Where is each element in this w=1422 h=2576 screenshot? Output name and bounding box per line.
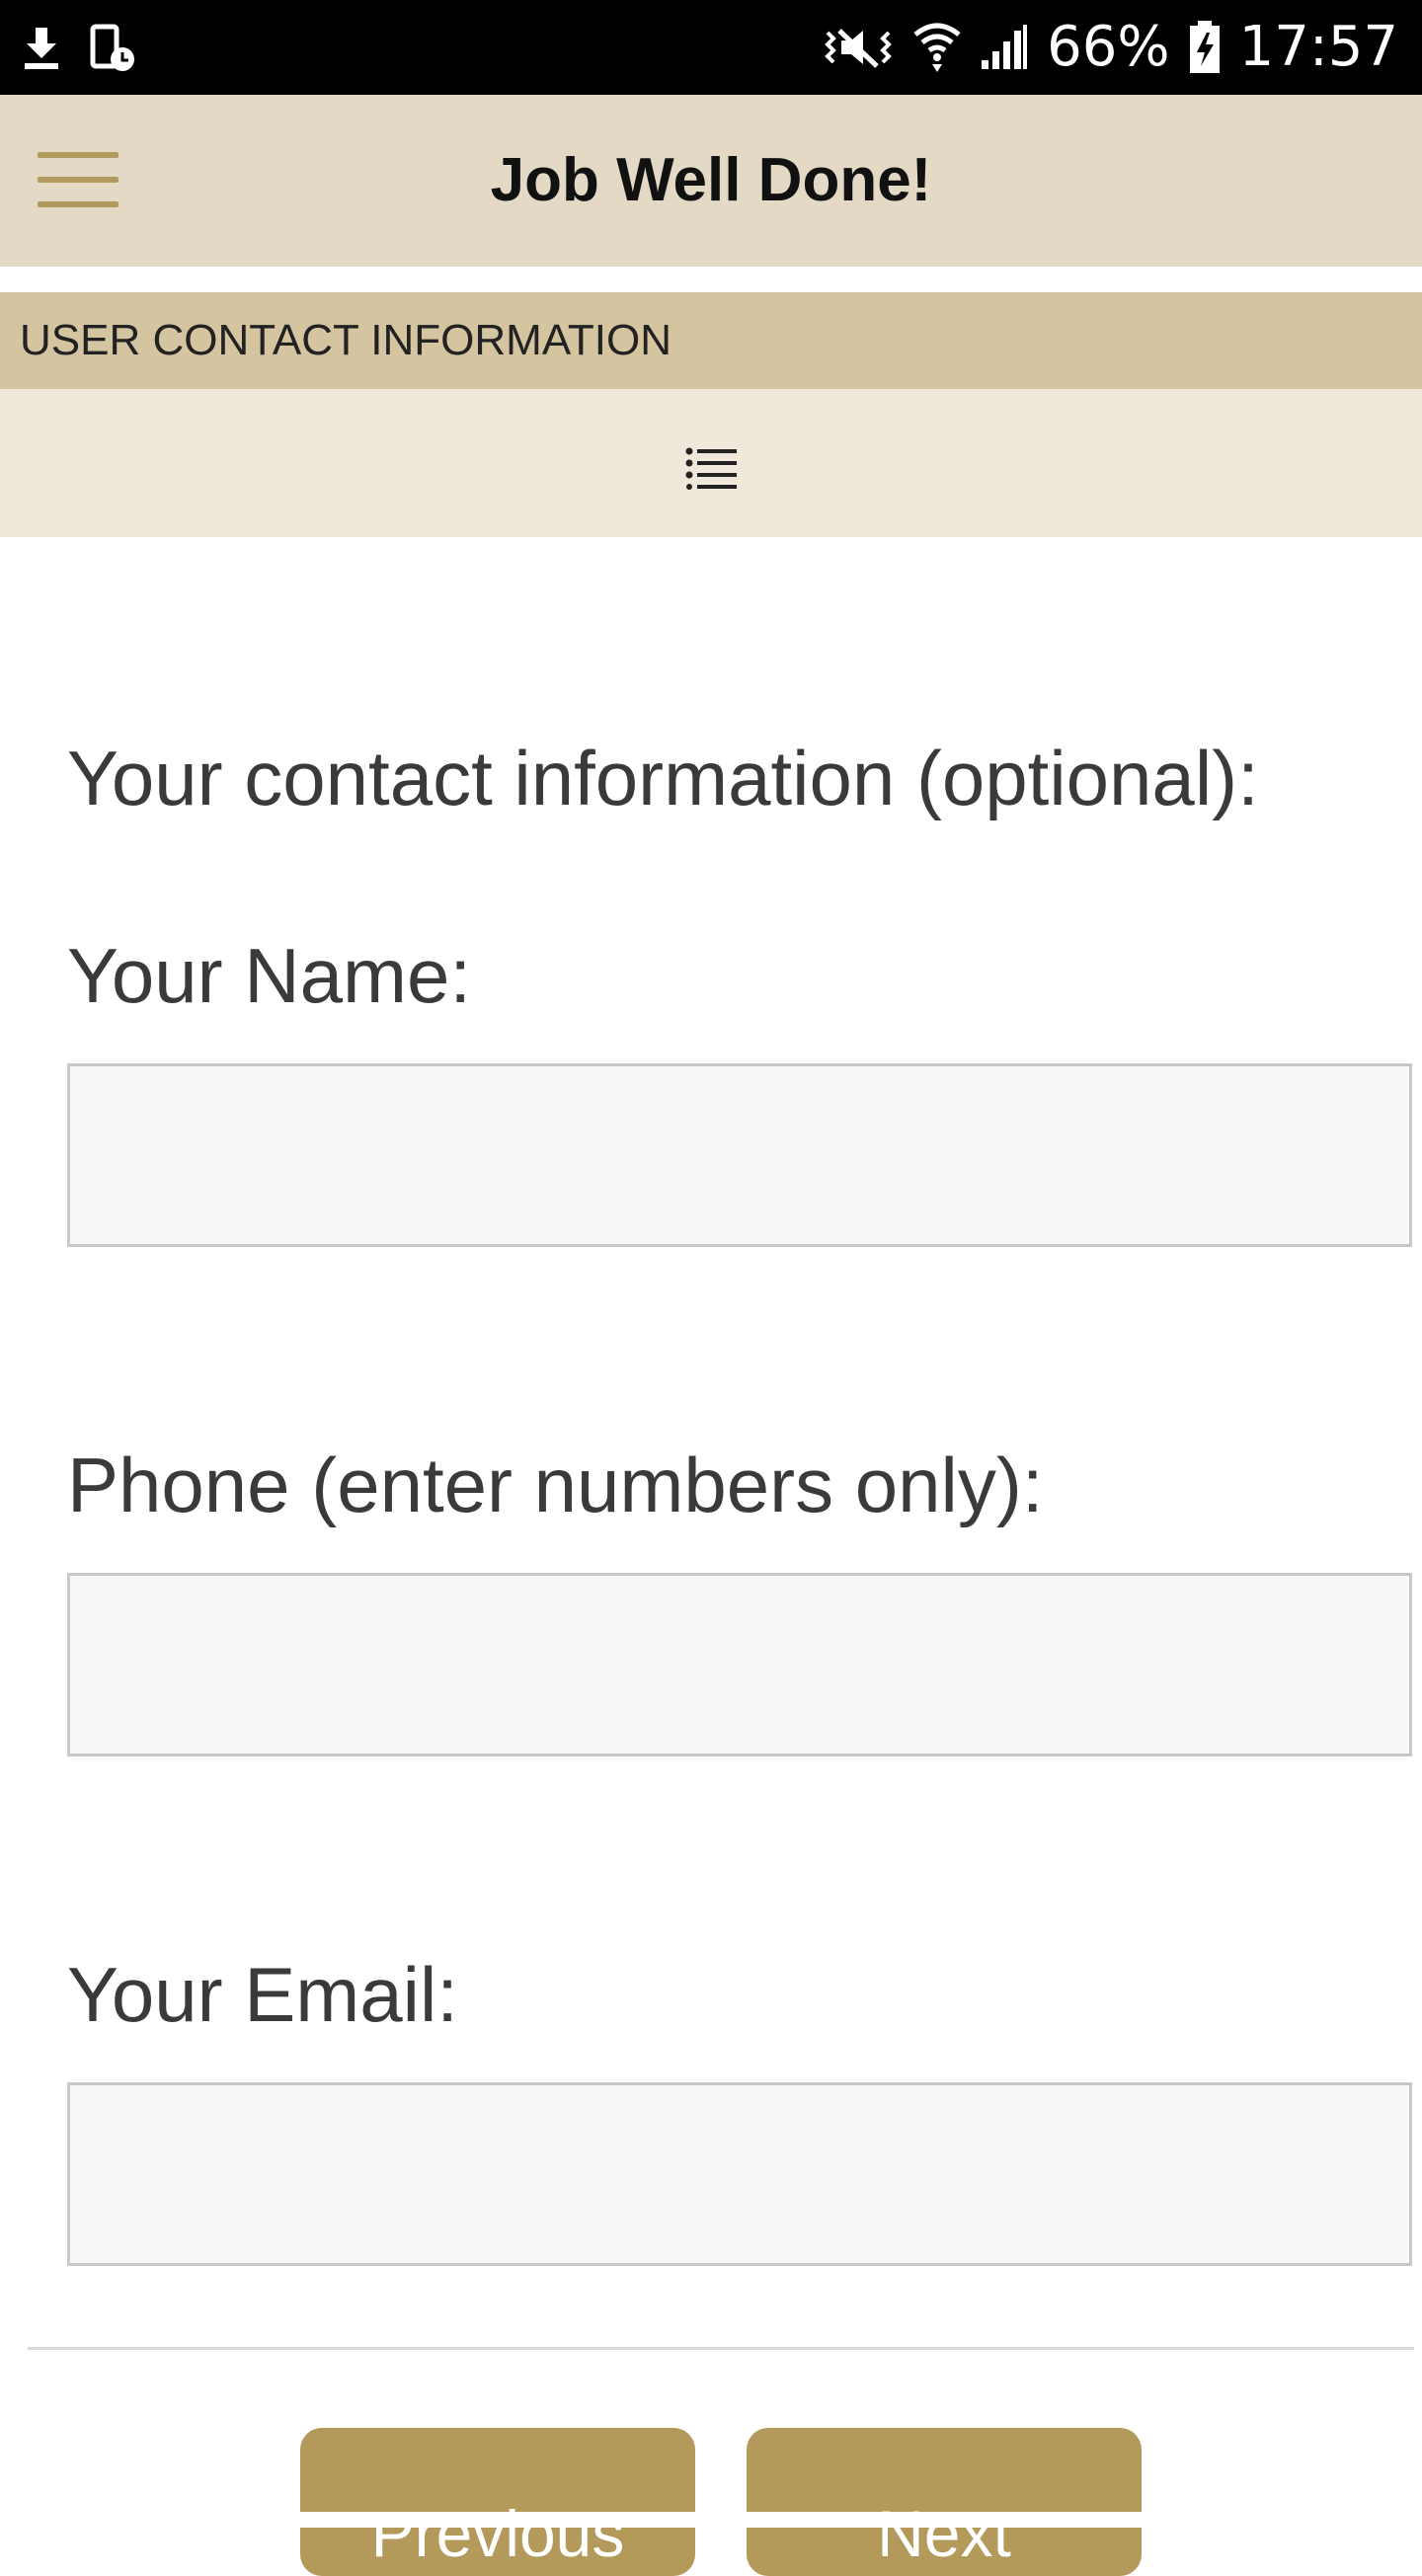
vibrate-icon <box>822 23 895 72</box>
battery-percent: 66% <box>1047 15 1170 79</box>
status-bar-right: 66% 17:57 <box>822 18 1398 77</box>
section-header: USER CONTACT INFORMATION <box>0 292 1422 389</box>
hamburger-menu-icon[interactable] <box>38 152 120 211</box>
page-title: Job Well Done! <box>490 146 932 214</box>
clock: 17:57 <box>1238 15 1398 79</box>
signal-icon <box>980 25 1029 70</box>
email-label: Your Email: <box>67 1951 458 2038</box>
form-divider <box>28 2347 1414 2350</box>
status-bar: 66% 17:57 <box>0 0 1422 95</box>
previous-button[interactable]: Previous <box>300 2428 695 2576</box>
name-field[interactable] <box>67 1063 1412 1247</box>
list-icon[interactable] <box>685 446 737 490</box>
phone-field[interactable] <box>67 1573 1412 1756</box>
bottom-edge <box>0 2512 1422 2528</box>
name-label: Your Name: <box>67 932 472 1019</box>
phone-label: Phone (enter numbers only): <box>67 1442 1044 1528</box>
download-icon <box>22 26 61 71</box>
app-bar: Job Well Done! <box>0 95 1422 267</box>
email-field[interactable] <box>67 2082 1412 2266</box>
status-bar-left <box>22 24 136 73</box>
form-intro: Your contact information (optional): <box>67 735 1259 821</box>
wifi-icon <box>912 21 962 74</box>
next-button[interactable]: Next <box>747 2428 1142 2576</box>
battery-charging-icon <box>1188 21 1222 74</box>
device-clock-icon <box>89 24 136 73</box>
section-title: USER CONTACT INFORMATION <box>20 316 672 364</box>
